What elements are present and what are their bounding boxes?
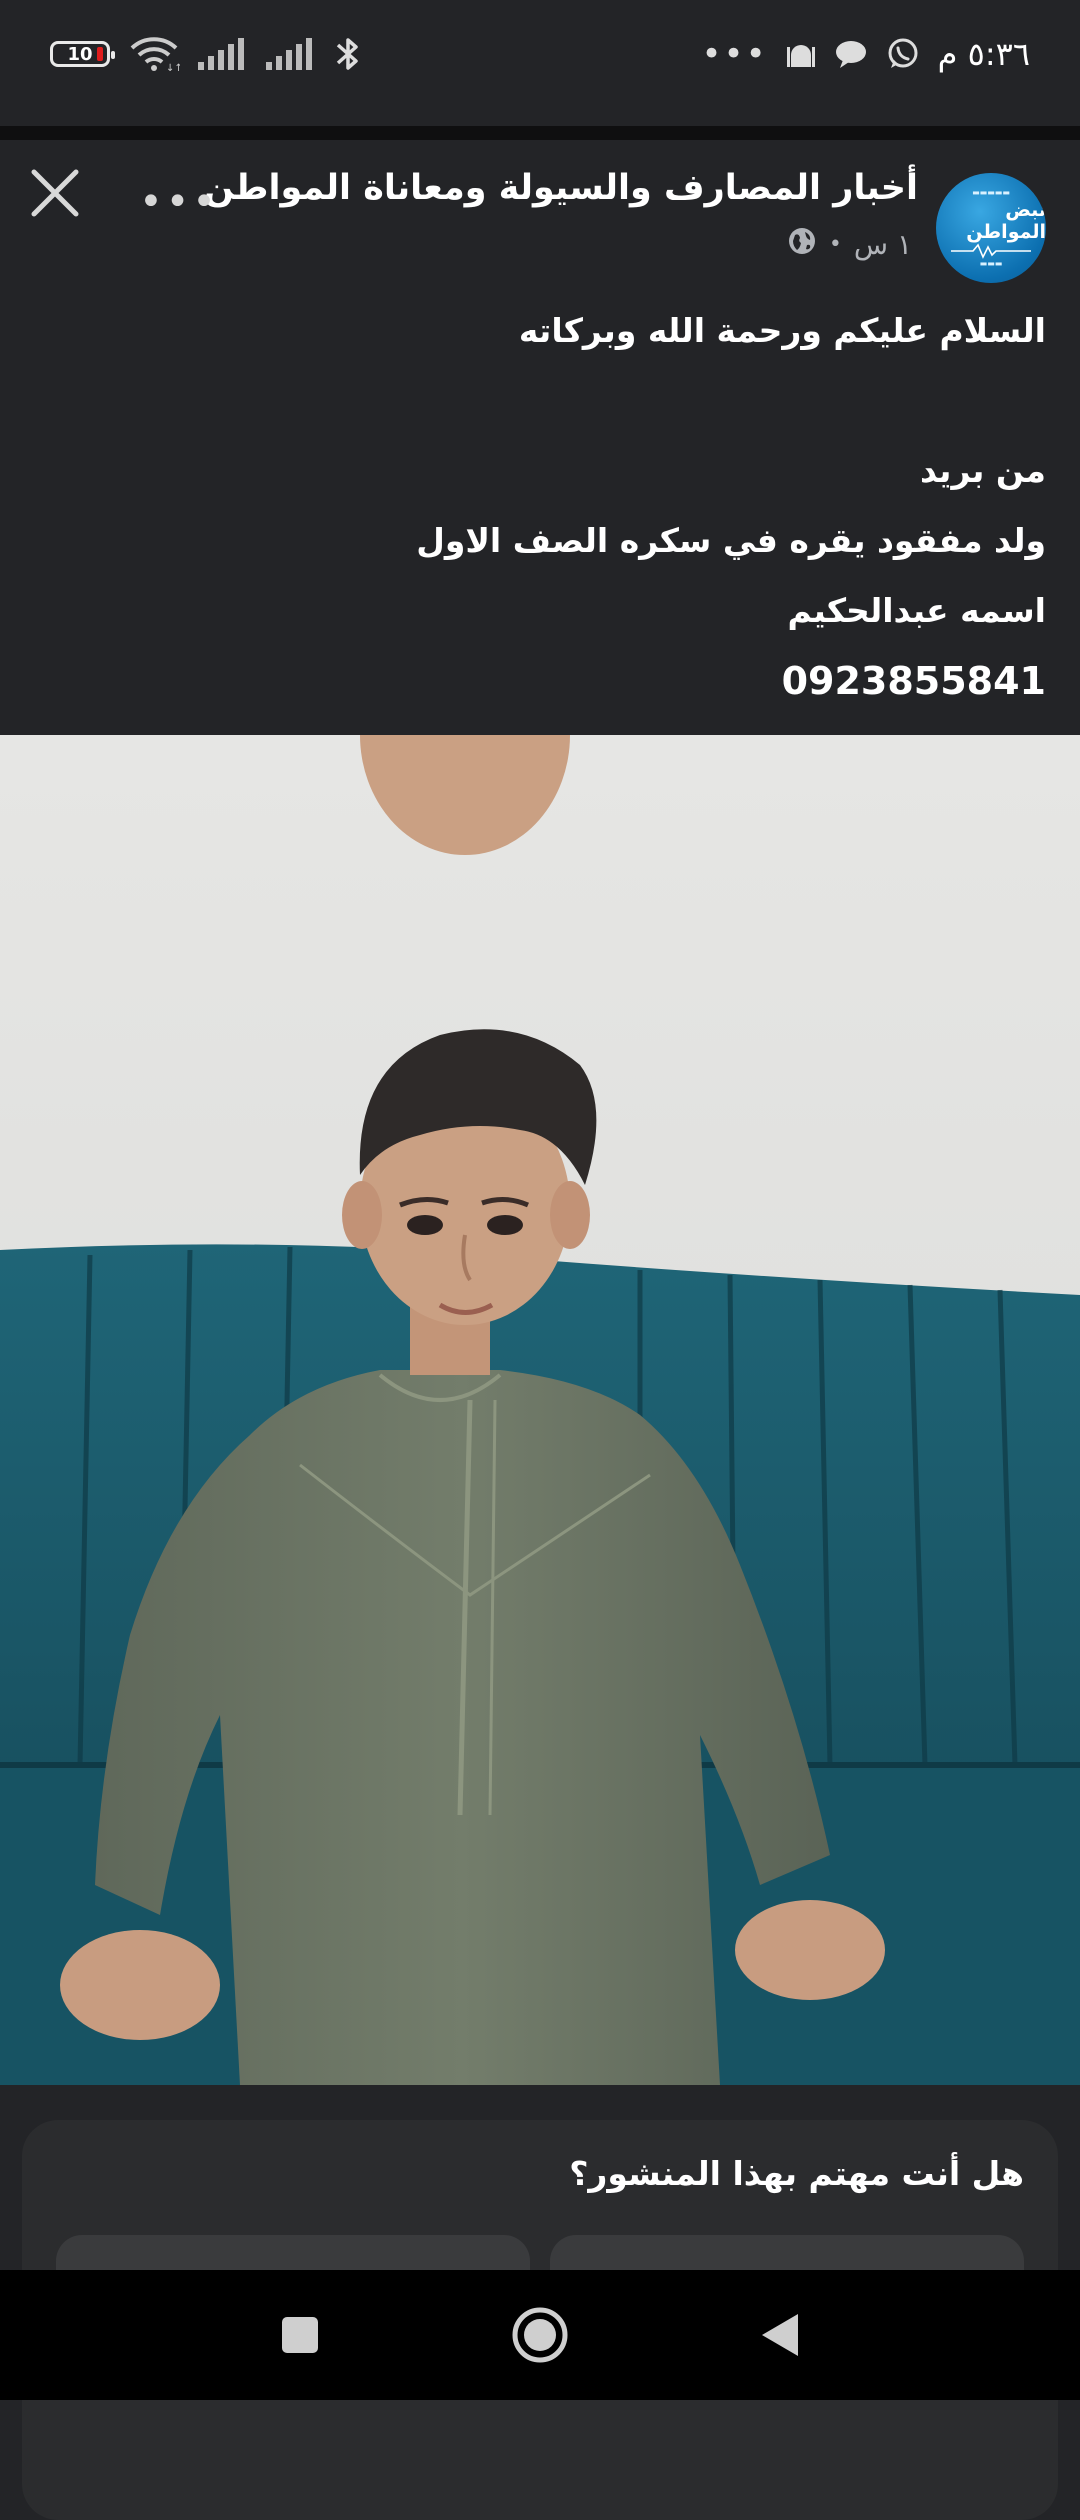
post-body: السلام عليكم ورحمة الله وبركاته من بريد … xyxy=(46,296,1046,716)
home-circle-icon[interactable] xyxy=(500,2295,580,2375)
divider xyxy=(0,126,1080,140)
recents-square-icon[interactable] xyxy=(260,2295,340,2375)
avatar-subline: ▬▬▬ xyxy=(979,259,1003,268)
overflow-dots: ••• xyxy=(701,34,768,74)
close-icon[interactable] xyxy=(28,166,82,220)
clock: ٥:٣٦ م xyxy=(937,35,1030,73)
post-line-phone[interactable]: 0923855841 xyxy=(46,646,1046,716)
separator-dot: • xyxy=(828,232,842,257)
post-line-greeting: السلام عليكم ورحمة الله وبركاته xyxy=(518,311,1046,350)
post-photo[interactable] xyxy=(0,735,1080,2085)
avatar-brand: نبض المواطن xyxy=(966,199,1046,243)
wifi-icon: ↓↑ xyxy=(128,36,180,72)
battery-icon: 10 xyxy=(50,41,115,67)
chat-bubble-icon xyxy=(834,39,868,69)
post-meta: ١ س • xyxy=(787,226,912,263)
status-bar: 10 ↓↑ ••• ٥:٣٦ م xyxy=(0,0,1080,108)
post-header: ▬▬▬▬▬ نبض المواطن ▬▬▬ أخبار المصارف والس… xyxy=(0,140,1080,310)
post-line-source: من بريد xyxy=(920,451,1046,490)
avatar-tagline: ▬▬▬▬▬ xyxy=(972,188,1010,197)
signal-icon xyxy=(266,38,316,70)
globe-icon xyxy=(787,226,817,263)
pulse-line-icon xyxy=(951,243,1031,259)
post-time[interactable]: ١ س xyxy=(854,228,912,261)
svg-text:↓↑: ↓↑ xyxy=(166,63,180,72)
post-line-missing-child: ولد مفقود يقره في سكره الصف الاول xyxy=(416,521,1046,560)
interest-question: هل أنت مهتم بهذا المنشور؟ xyxy=(569,2154,1024,2193)
whatsapp-icon xyxy=(886,37,920,71)
system-nav-bar xyxy=(0,2270,1080,2400)
page-name[interactable]: أخبار المصارف والسيولة ومعاناة المواطن xyxy=(204,168,918,208)
signal-icon xyxy=(198,38,248,70)
mosque-icon xyxy=(786,39,816,69)
battery-level: 10 xyxy=(67,43,93,65)
more-options-icon[interactable]: ••• xyxy=(139,179,216,225)
page-avatar[interactable]: ▬▬▬▬▬ نبض المواطن ▬▬▬ xyxy=(936,173,1046,283)
post-line-name: اسمه عبدالحكيم xyxy=(787,591,1047,630)
bluetooth-icon xyxy=(334,35,362,73)
post-line-blank xyxy=(46,366,1046,436)
back-triangle-icon[interactable] xyxy=(740,2295,820,2375)
